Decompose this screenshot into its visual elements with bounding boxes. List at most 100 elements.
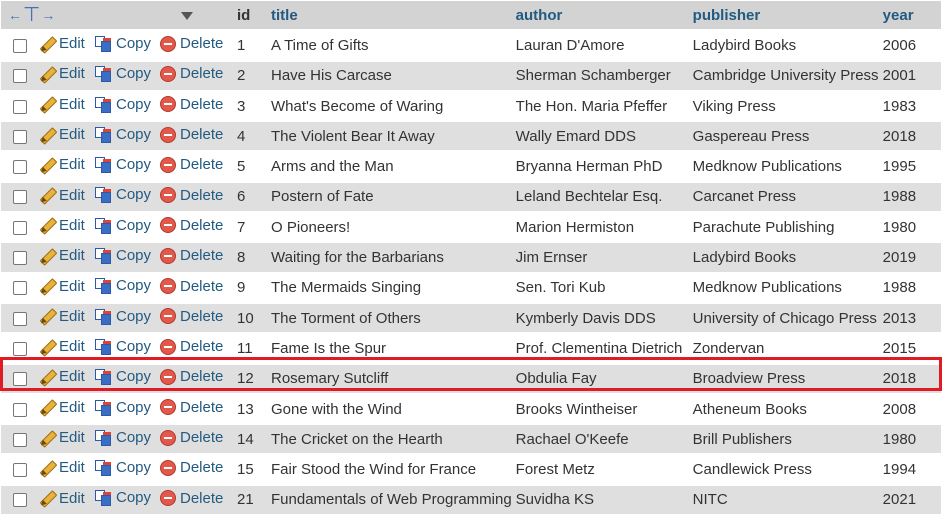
cell-year[interactable]: 2021 — [878, 485, 941, 515]
cell-title[interactable]: Rosemary Sutcliff — [267, 364, 512, 393]
column-header-year[interactable]: year — [878, 1, 941, 30]
delete-button[interactable]: Delete — [160, 156, 223, 173]
cell-author[interactable]: Rachael O'Keefe — [511, 425, 689, 454]
cell-title[interactable]: Waiting for the Barbarians — [267, 243, 512, 272]
delete-button[interactable]: Delete — [160, 459, 223, 476]
column-header-publisher[interactable]: publisher — [688, 1, 879, 30]
cell-publisher[interactable]: Parachute Publishing — [688, 213, 879, 242]
cell-title[interactable]: The Cricket on the Hearth — [267, 425, 512, 454]
copy-button[interactable]: Copy — [94, 489, 151, 507]
cell-title[interactable]: Postern of Fate — [267, 182, 512, 212]
row-checkbox[interactable] — [13, 432, 27, 447]
edit-button[interactable]: Edit — [39, 156, 85, 173]
edit-button[interactable]: Edit — [39, 308, 85, 325]
cell-title[interactable]: What's Become of Waring — [267, 91, 512, 121]
cell-author[interactable]: Leland Bechtelar Esq. — [511, 182, 689, 212]
cell-author[interactable]: Sen. Tori Kub — [511, 273, 689, 302]
row-checkbox[interactable] — [13, 251, 27, 266]
cell-publisher[interactable]: University of Chicago Press — [688, 303, 879, 333]
edit-button[interactable]: Edit — [39, 217, 85, 234]
cell-year[interactable]: 1995 — [878, 152, 941, 181]
cell-title[interactable]: Fundamentals of Web Programming — [267, 485, 512, 515]
cell-title[interactable]: The Torment of Others — [267, 303, 512, 333]
copy-button[interactable]: Copy — [94, 186, 151, 204]
row-checkbox[interactable] — [13, 220, 27, 235]
cell-year[interactable]: 2006 — [878, 31, 941, 60]
cell-year[interactable]: 1988 — [878, 273, 941, 302]
row-checkbox[interactable] — [13, 372, 27, 387]
cell-year[interactable]: 1980 — [878, 213, 941, 242]
cell-author[interactable]: The Hon. Maria Pfeffer — [511, 91, 689, 121]
cell-publisher[interactable]: Brill Publishers — [688, 425, 879, 454]
cell-year[interactable]: 2008 — [878, 394, 941, 424]
cell-publisher[interactable]: Ladybird Books — [688, 31, 879, 60]
cell-title[interactable]: O Pioneers! — [267, 213, 512, 242]
row-checkbox[interactable] — [13, 99, 27, 114]
row-checkbox[interactable] — [13, 160, 27, 175]
copy-button[interactable]: Copy — [94, 126, 151, 143]
cell-publisher[interactable]: Ladybird Books — [688, 243, 879, 272]
edit-button[interactable]: Edit — [39, 338, 85, 355]
copy-button[interactable]: Copy — [94, 217, 151, 234]
edit-button[interactable]: Edit — [39, 459, 85, 476]
cell-title[interactable]: Fair Stood the Wind for France — [267, 455, 512, 484]
copy-button[interactable]: Copy — [94, 429, 151, 446]
copy-button[interactable]: Copy — [94, 35, 151, 52]
copy-button[interactable]: Copy — [94, 459, 151, 477]
copy-button[interactable]: Copy — [94, 277, 151, 295]
cell-publisher[interactable]: Medknow Publications — [688, 152, 879, 181]
cell-publisher[interactable]: Broadview Press — [688, 364, 879, 393]
delete-button[interactable]: Delete — [160, 65, 223, 82]
copy-button[interactable]: Copy — [94, 247, 151, 265]
cell-title[interactable]: The Mermaids Singing — [267, 273, 512, 302]
cell-publisher[interactable]: Medknow Publications — [688, 273, 879, 302]
delete-button[interactable]: Delete — [160, 308, 223, 325]
edit-button[interactable]: Edit — [39, 65, 85, 82]
copy-button[interactable]: Copy — [94, 65, 151, 83]
edit-button[interactable]: Edit — [39, 490, 85, 507]
row-checkbox[interactable] — [13, 129, 27, 144]
row-checkbox[interactable] — [13, 281, 27, 296]
cell-author[interactable]: Wally Emard DDS — [511, 122, 689, 151]
edit-button[interactable]: Edit — [39, 399, 85, 416]
copy-button[interactable]: Copy — [94, 308, 151, 325]
copy-button[interactable]: Copy — [94, 96, 151, 113]
edit-button[interactable]: Edit — [39, 187, 85, 204]
edit-button[interactable]: Edit — [39, 368, 85, 385]
cell-publisher[interactable]: Carcanet Press — [688, 182, 879, 212]
cell-title[interactable]: The Violent Bear It Away — [267, 122, 512, 151]
edit-button[interactable]: Edit — [39, 126, 85, 143]
delete-button[interactable]: Delete — [160, 338, 223, 355]
cell-title[interactable]: Have His Carcase — [267, 61, 512, 90]
edit-button[interactable]: Edit — [39, 247, 85, 264]
delete-button[interactable]: Delete — [160, 126, 223, 143]
cell-publisher[interactable]: Atheneum Books — [688, 394, 879, 424]
column-arrows-icon[interactable]: ← ⊤ → — [8, 3, 55, 28]
cell-author[interactable]: Prof. Clementina Dietrich — [511, 334, 689, 363]
cell-title[interactable]: Gone with the Wind — [267, 394, 512, 424]
cell-year[interactable]: 2018 — [878, 122, 941, 151]
row-checkbox[interactable] — [13, 402, 27, 417]
copy-button[interactable]: Copy — [94, 338, 151, 355]
cell-publisher[interactable]: Gaspereau Press — [688, 122, 879, 151]
delete-button[interactable]: Delete — [160, 429, 223, 446]
edit-button[interactable]: Edit — [39, 35, 85, 52]
edit-button[interactable]: Edit — [39, 429, 85, 446]
cell-author[interactable]: Suvidha KS — [511, 485, 689, 515]
column-header-id[interactable]: id — [231, 1, 267, 30]
cell-publisher[interactable]: Viking Press — [688, 91, 879, 121]
row-checkbox[interactable] — [13, 493, 27, 508]
delete-button[interactable]: Delete — [160, 278, 223, 295]
delete-button[interactable]: Delete — [160, 187, 223, 204]
cell-title[interactable]: Fame Is the Spur — [267, 334, 512, 363]
cell-author[interactable]: Bryanna Herman PhD — [511, 152, 689, 181]
delete-button[interactable]: Delete — [160, 96, 223, 113]
cell-author[interactable]: Jim Ernser — [511, 243, 689, 272]
cell-author[interactable]: Obdulia Fay — [511, 364, 689, 393]
cell-author[interactable]: Lauran D'Amore — [511, 31, 689, 60]
cell-year[interactable]: 2013 — [878, 303, 941, 333]
delete-button[interactable]: Delete — [160, 490, 223, 507]
cell-year[interactable]: 2001 — [878, 61, 941, 90]
edit-button[interactable]: Edit — [39, 96, 85, 113]
cell-publisher[interactable]: Cambridge University Press — [688, 61, 879, 90]
